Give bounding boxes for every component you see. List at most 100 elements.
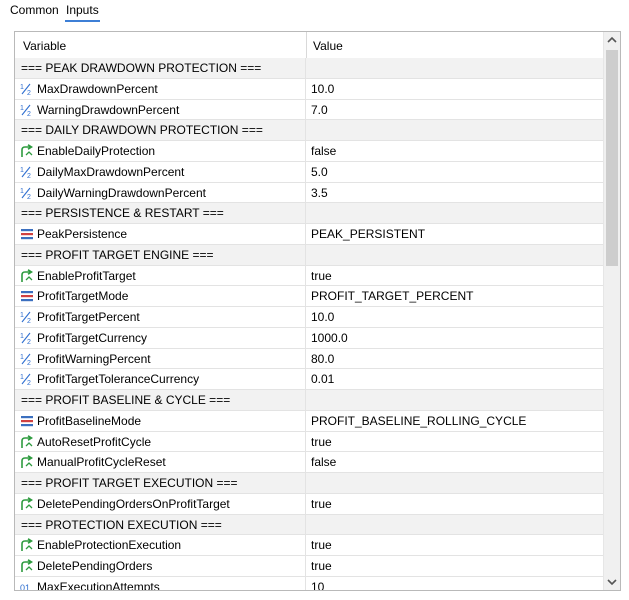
value-cell[interactable]: 0.01 [311,373,334,386]
variable-name: MaxExecutionAttempts [37,579,160,590]
fraction-half-icon: 12 [20,310,34,325]
section-header-row[interactable]: === PEAK DRAWDOWN PROTECTION === [15,58,603,79]
variable-name: DeletePendingOrdersOnProfitTarget [37,496,230,511]
svg-text:2: 2 [27,380,31,386]
value-cell[interactable]: 1000.0 [311,331,348,345]
parameter-row[interactable]: 1 2 ProfitTargetCurrency 1000.0 [15,327,603,349]
parameter-row[interactable]: 1 2 MaxDrawdownPercent 10.0 [15,78,603,100]
column-divider[interactable] [306,32,307,58]
column-header-value[interactable]: Value [313,39,343,53]
bool-arrow-icon [20,455,34,469]
section-header-row[interactable]: === DAILY DRAWDOWN PROTECTION === [15,120,603,141]
variable-name: DailyMaxDrawdownPercent [37,164,185,179]
fraction-half-icon: 12 [20,165,34,180]
variable-cell: EnableDailyProtection [15,141,306,161]
variable-cell: ProfitBaselineMode [15,410,306,431]
variable-name: MaxDrawdownPercent [37,81,158,96]
value-cell[interactable]: 10 [311,580,324,590]
parameter-row[interactable]: DeletePendingOrdersOnProfitTarget true [15,493,603,515]
parameter-row[interactable]: 1 2 ProfitTargetPercent 10.0 [15,307,603,328]
bool-arrow-icon [20,144,34,158]
svg-text:1: 1 [20,312,24,319]
bool-arrow-icon [20,496,34,511]
variable-name: PeakPersistence [37,227,128,241]
section-label: === PROFIT BASELINE & CYCLE === [21,393,231,407]
variable-name: AutoResetProfitCycle [37,434,152,449]
variable-name: EnableProtectionExecution [37,538,182,553]
svg-text:2: 2 [27,173,31,179]
svg-text:1: 1 [20,333,24,340]
variable-cell: === PROTECTION EXECUTION === [15,514,306,535]
variable-cell: === DAILY DRAWDOWN PROTECTION === [15,120,306,140]
parameter-row[interactable]: EnableDailyProtection false [15,141,603,162]
enum-list-icon [20,414,34,428]
inputs-table: Variable Value === PEAK DRAWDOWN PROTECT… [14,31,621,591]
variable-name: DeletePendingOrders [37,559,153,573]
parameter-row[interactable]: PeakPersistence PEAK_PERSISTENT [15,224,603,245]
vertical-scrollbar[interactable] [603,32,620,590]
variable-cell: 01 MaxExecutionAttempts [15,576,306,590]
value-cell[interactable]: 3.5 [311,186,328,200]
value-cell[interactable]: true [311,560,332,573]
parameter-row[interactable]: ProfitTargetMode PROFIT_TARGET_PERCENT [15,286,603,307]
value-cell[interactable]: PROFIT_BASELINE_ROLLING_CYCLE [311,414,526,428]
parameter-row[interactable]: 1 2 DailyWarningDrawdownPercent 3.5 [15,182,603,204]
value-cell[interactable]: 7.0 [311,103,328,117]
variable-cell: EnableProfitTarget [15,265,306,286]
value-cell[interactable]: 10.0 [311,311,334,324]
value-cell[interactable]: true [311,539,332,552]
scroll-down-button[interactable] [604,573,620,590]
section-header-row[interactable]: === PROFIT TARGET EXECUTION === [15,473,603,494]
scroll-up-button[interactable] [604,32,620,49]
parameter-row[interactable]: 1 2 ProfitTargetToleranceCurrency 0.01 [15,369,603,390]
parameter-row[interactable]: 1 2 WarningDrawdownPercent 7.0 [15,99,603,121]
variable-cell: 1 2 WarningDrawdownPercent [15,99,306,120]
svg-text:01: 01 [20,583,30,590]
bool-arrow-icon [20,559,34,573]
variable-name: ProfitBaselineMode [37,413,142,428]
value-cell[interactable]: 10.0 [311,82,334,96]
scroll-thumb[interactable] [606,50,618,266]
parameter-row[interactable]: 1 2 DailyMaxDrawdownPercent 5.0 [15,161,603,183]
value-cell[interactable]: true [311,497,332,511]
variable-cell: === PROFIT TARGET EXECUTION === [15,473,306,493]
parameter-row[interactable]: EnableProfitTarget true [15,265,603,287]
fraction-half-icon: 12 [20,186,34,201]
parameter-row[interactable]: 01 MaxExecutionAttempts 10 [15,576,603,590]
value-cell[interactable]: 5.0 [311,165,328,179]
section-header-row[interactable]: === PROFIT BASELINE & CYCLE === [15,390,603,411]
parameter-row[interactable]: DeletePendingOrders true [15,556,603,577]
value-cell[interactable]: false [311,456,336,469]
value-cell[interactable]: true [311,435,332,449]
chevron-down-icon [607,579,617,586]
parameter-row[interactable]: 1 2 ProfitWarningPercent 80.0 [15,348,603,370]
tab-inputs[interactable]: Inputs [65,2,100,22]
variable-cell: ManualProfitCycleReset [15,452,306,472]
column-header-variable[interactable]: Variable [23,39,66,53]
enum-list-icon [20,227,34,241]
value-cell[interactable]: 80.0 [311,352,334,366]
section-label: === PROFIT TARGET ENGINE === [21,247,214,262]
section-label: === PEAK DRAWDOWN PROTECTION === [21,61,262,75]
value-cell[interactable]: true [311,269,332,283]
parameter-row[interactable]: ManualProfitCycleReset false [15,452,603,473]
variable-name: ProfitWarningPercent [37,351,151,366]
parameter-row[interactable]: AutoResetProfitCycle true [15,431,603,453]
parameter-row[interactable]: ProfitBaselineMode PROFIT_BASELINE_ROLLIN… [15,410,603,432]
section-header-row[interactable]: === PERSISTENCE & RESTART === [15,203,603,224]
parameter-row[interactable]: EnableProtectionExecution true [15,535,603,556]
svg-text:2: 2 [27,318,31,324]
value-cell[interactable]: PROFIT_TARGET_PERCENT [311,290,473,303]
value-cell[interactable]: PEAK_PERSISTENT [311,228,425,241]
fraction-half-icon: 12 [20,82,34,97]
svg-text:1: 1 [20,84,24,91]
section-label: === PERSISTENCE & RESTART === [21,206,224,221]
variable-cell: 1 2 ProfitTargetToleranceCurrency [15,369,306,389]
svg-text:2: 2 [27,194,31,200]
variable-cell: DeletePendingOrders [15,556,306,576]
section-header-row[interactable]: === PROTECTION EXECUTION === [15,514,603,536]
bool-arrow-icon [20,268,34,283]
tab-common[interactable]: Common [10,2,59,20]
section-header-row[interactable]: === PROFIT TARGET ENGINE === [15,244,603,266]
value-cell[interactable]: false [311,145,336,158]
